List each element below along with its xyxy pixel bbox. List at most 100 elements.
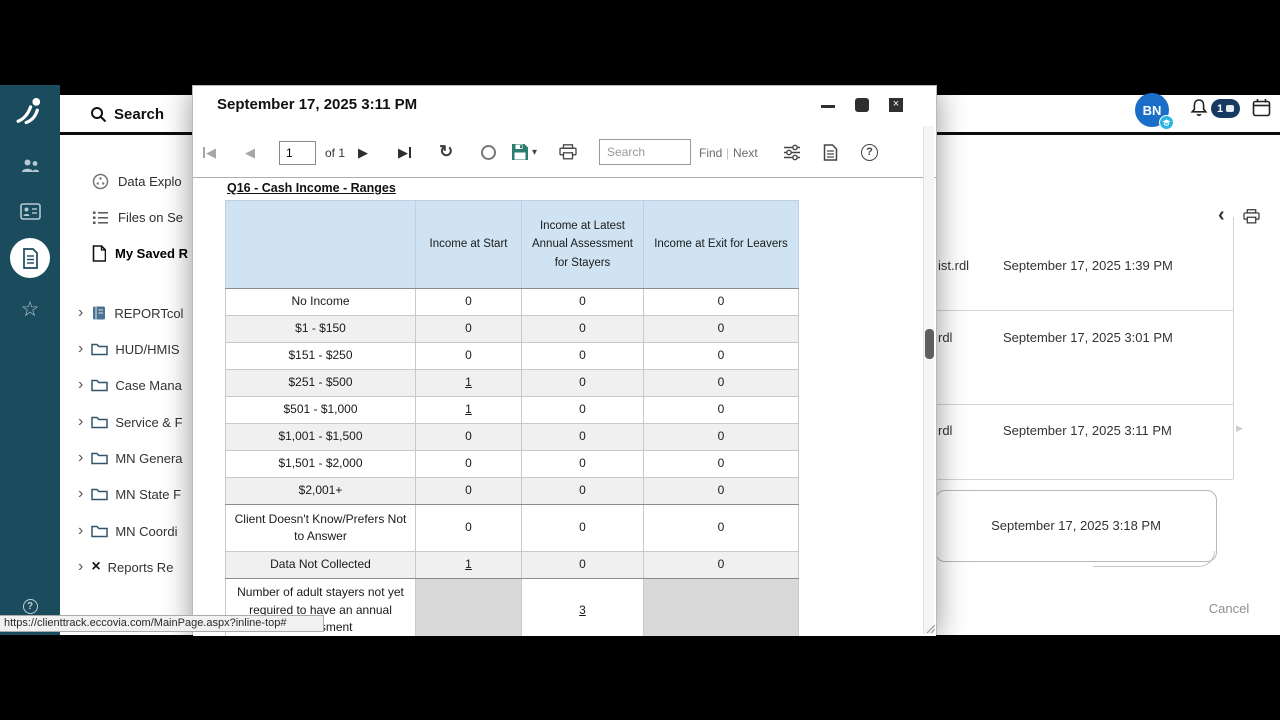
bar [203, 146, 205, 158]
maximize-icon[interactable] [855, 98, 869, 112]
search-icon [90, 106, 107, 123]
stop-icon [481, 144, 496, 160]
table-row: $251 - $500 1 0 0 [225, 369, 799, 397]
drillthrough-link[interactable]: 3 [579, 603, 586, 617]
nav-item-my-saved-reports[interactable]: My Saved R [92, 235, 188, 271]
notifications-bell-icon[interactable] [1189, 98, 1209, 120]
tree-item-service[interactable]: › Service & F [78, 404, 183, 440]
first-page-button[interactable]: ◀ [203, 126, 216, 178]
tree-item-mn-state[interactable]: › MN State F [78, 476, 181, 512]
cell: 0 [415, 315, 522, 343]
table-row: Data Not Collected 1 0 0 [225, 551, 799, 579]
calendar-icon[interactable] [1252, 98, 1271, 117]
nav-item-files-on-server[interactable]: Files on Se [92, 199, 183, 235]
contact-card-icon[interactable] [0, 203, 60, 220]
tree-item-reportcollection[interactable]: › REPORTcol [78, 295, 183, 331]
parameters-button[interactable] [783, 126, 801, 178]
drillthrough-link[interactable]: 1 [465, 557, 472, 571]
scrollbar-thumb[interactable] [925, 329, 934, 359]
find-button[interactable]: Find [699, 146, 722, 160]
clients-icon[interactable] [0, 158, 60, 174]
cell: 3 [521, 578, 644, 636]
expand-arrow-icon[interactable]: ▶ [1236, 423, 1243, 434]
page-number-input[interactable] [279, 141, 316, 165]
tree-item-hud-hmis[interactable]: › HUD/HMIS [78, 331, 180, 367]
message-icon [1226, 105, 1235, 112]
vertical-scrollbar[interactable] [923, 126, 934, 634]
panel-back-chevron-icon[interactable]: ‹ [1218, 204, 1225, 227]
caret-down-icon: ▾ [532, 146, 538, 158]
document-view-button[interactable] [823, 126, 838, 178]
chevron-right-icon: › [78, 304, 84, 321]
favorites-star-icon[interactable]: ☆ [0, 299, 60, 320]
bar [409, 146, 411, 158]
sidebar-help-icon[interactable]: ? [0, 599, 60, 614]
tree-item-reports-re[interactable]: › × Reports Re [78, 549, 173, 585]
triangle-left-icon: ◀ [206, 144, 216, 160]
tree-item-case-management[interactable]: › Case Mana [78, 367, 182, 403]
help-icon: ? [861, 143, 878, 161]
report-list-item[interactable]: ist.rdl September 17, 2025 1:39 PM [938, 258, 1173, 273]
drillthrough-link[interactable]: 1 [465, 402, 472, 416]
find-next-button[interactable]: Next [733, 146, 758, 160]
chevron-right-icon: › [78, 449, 84, 466]
chevron-right-icon: › [78, 340, 84, 357]
panel-print-icon[interactable] [1243, 209, 1260, 224]
search-label: Search [114, 105, 165, 123]
stop-button[interactable] [481, 126, 496, 178]
clienttrack-logo[interactable] [0, 95, 60, 125]
minimize-icon[interactable] [821, 105, 835, 108]
cell: 0 [521, 423, 644, 451]
cell: 0 [643, 342, 799, 370]
modal-titlebar[interactable]: September 17, 2025 3:11 PM × [193, 86, 936, 126]
nav-item-data-explorer[interactable]: Data Explo [92, 163, 182, 199]
tree-label: HUD/HMIS [115, 341, 180, 357]
cell-na [415, 578, 522, 636]
cell: 0 [415, 288, 522, 316]
notification-count-badge[interactable]: 1 [1211, 99, 1241, 118]
report-search-input[interactable] [599, 139, 691, 165]
cell: 0 [415, 450, 522, 478]
page-count-label: of 1 [325, 146, 346, 160]
report-viewer-modal: September 17, 2025 3:11 PM × ◀ ◀ of 1 ▶ … [192, 85, 937, 636]
cell: 0 [415, 477, 522, 505]
tree-item-mn-general[interactable]: › MN Genera [78, 440, 183, 476]
report-list-item[interactable]: rdl September 17, 2025 3:11 PM [938, 423, 1172, 438]
panel-border [1233, 217, 1234, 479]
cell: 0 [643, 315, 799, 343]
cell: 1 [415, 369, 522, 397]
row-label: No Income [225, 288, 416, 316]
cell: 0 [643, 369, 799, 397]
divider [937, 479, 1233, 480]
cell: 0 [643, 477, 799, 505]
cell: 0 [521, 288, 644, 316]
cell: 0 [521, 450, 644, 478]
data-explorer-icon [92, 173, 109, 190]
graduation-cap-badge [1159, 115, 1174, 130]
next-page-button[interactable]: ▶ [358, 126, 368, 178]
cell: 0 [521, 315, 644, 343]
refresh-button[interactable]: ↻ [439, 126, 453, 178]
table-row: $151 - $250 0 0 0 [225, 342, 799, 370]
income-ranges-table: Income at Start Income at Latest Annual … [225, 200, 799, 636]
cell: 0 [643, 288, 799, 316]
triangle-right-icon: ▶ [358, 144, 368, 160]
tree-item-mn-coordinated[interactable]: › MN Coordi [78, 513, 177, 549]
reports-icon-selected[interactable] [10, 238, 50, 278]
report-file-name: rdl [938, 423, 953, 438]
print-button[interactable] [559, 126, 577, 178]
previous-page-button[interactable]: ◀ [245, 126, 255, 178]
export-save-button[interactable]: ▾ [511, 126, 537, 178]
folder-icon [91, 524, 109, 538]
help-button[interactable]: ? [861, 126, 878, 178]
cancel-button[interactable]: Cancel [1196, 594, 1262, 622]
drillthrough-link[interactable]: 1 [465, 375, 472, 389]
triangle-right-icon: ▶ [398, 144, 408, 160]
close-icon[interactable]: × [889, 98, 903, 112]
collection-icon [91, 305, 107, 321]
resize-grip[interactable] [925, 623, 935, 633]
report-list-item[interactable]: rdl September 17, 2025 3:01 PM [938, 330, 1173, 345]
tree-label: MN State F [115, 486, 182, 502]
global-search[interactable]: Search [90, 99, 164, 129]
last-page-button[interactable]: ▶ [398, 126, 411, 178]
